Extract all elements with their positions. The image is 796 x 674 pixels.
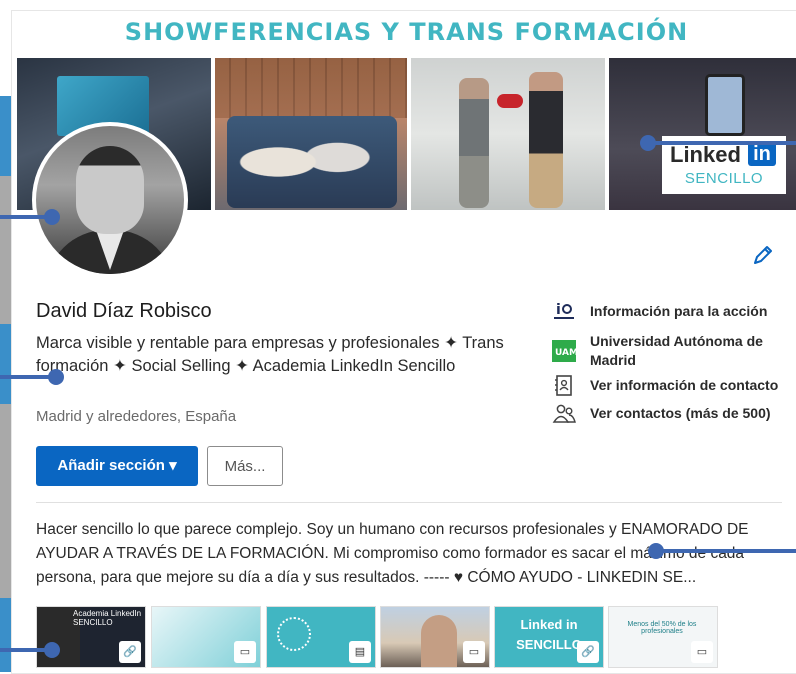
cover-photo-audience bbox=[215, 58, 407, 210]
side-item-label: Ver información de contacto bbox=[590, 377, 779, 393]
cover-title: SHOWFERENCIAS Y TRANS FORMACIÓN bbox=[124, 18, 689, 46]
media-caption: Menos del 50% de los profesionales bbox=[627, 621, 697, 635]
media-thumbnail[interactable]: Menos del 50% de los profesionales ▭ bbox=[608, 606, 718, 668]
profile-location: Madrid y alrededores, España bbox=[36, 408, 237, 425]
annotation-line bbox=[648, 141, 796, 145]
video-icon: ▭ bbox=[234, 641, 256, 663]
add-section-button[interactable]: Añadir sección ▾ bbox=[36, 446, 198, 486]
avatar[interactable] bbox=[32, 122, 188, 278]
section-divider bbox=[36, 502, 782, 503]
company-logo-icon: i bbox=[554, 302, 574, 319]
annotation-dot bbox=[48, 369, 64, 385]
linkedin-in-logo-icon: in bbox=[748, 142, 776, 166]
people-icon bbox=[552, 404, 576, 423]
about-summary[interactable]: Hacer sencillo lo que parece complejo. S… bbox=[36, 518, 786, 590]
media-caption: Academia LinkedIn SENCILLO bbox=[73, 609, 142, 627]
badge-word: Linked bbox=[670, 142, 741, 167]
side-item-label: Universidad Autónoma de Madrid bbox=[590, 333, 763, 368]
annotation-dot bbox=[648, 543, 664, 559]
university-logo-icon: UAM bbox=[552, 340, 576, 362]
svg-text:UAM: UAM bbox=[555, 348, 576, 358]
media-thumbnail[interactable]: ▭ bbox=[151, 606, 261, 668]
link-icon: 🔗 bbox=[577, 641, 599, 663]
cover-photo-boxing bbox=[411, 58, 605, 210]
profile-name: David Díaz Robisco bbox=[36, 300, 212, 322]
document-icon: ▤ bbox=[349, 641, 371, 663]
media-thumbnail[interactable]: ▤ bbox=[266, 606, 376, 668]
annotation-dot bbox=[44, 642, 60, 658]
media-thumbnail[interactable]: Linked in SENCILLO 🔗 bbox=[494, 606, 604, 668]
edit-pencil-icon[interactable] bbox=[752, 244, 774, 266]
video-icon: ▭ bbox=[691, 641, 713, 663]
media-thumbnail[interactable]: Academia LinkedIn SENCILLO 🔗 bbox=[36, 606, 146, 668]
link-icon: 🔗 bbox=[119, 641, 141, 663]
more-button[interactable]: Más... bbox=[207, 446, 283, 486]
annotation-dot bbox=[640, 135, 656, 151]
side-item-label: Ver contactos (más de 500) bbox=[590, 405, 771, 421]
annotation-dot bbox=[44, 209, 60, 225]
profile-headline: Marca visible y rentable para empresas y… bbox=[36, 334, 504, 375]
annotation-line bbox=[656, 549, 796, 553]
svg-text:i: i bbox=[556, 302, 561, 318]
badge-subtitle: SENCILLO bbox=[684, 170, 764, 187]
avatar-photo bbox=[36, 126, 184, 274]
side-item-label: Información para la acción bbox=[590, 303, 768, 319]
contact-card-icon bbox=[555, 375, 572, 396]
media-thumbnail[interactable]: ▭ bbox=[380, 606, 490, 668]
video-icon: ▭ bbox=[463, 641, 485, 663]
